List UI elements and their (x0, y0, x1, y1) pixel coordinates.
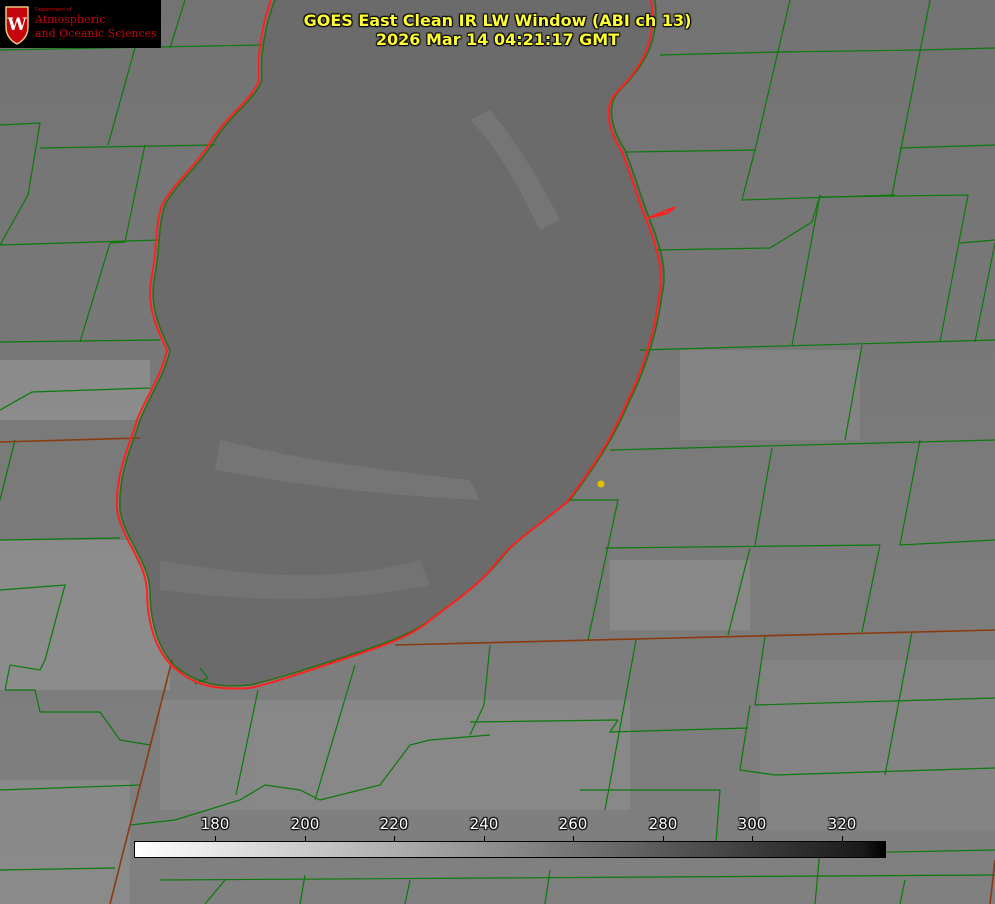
colorbar-tick-mark (752, 836, 753, 842)
colorbar-tick-label: 220 (379, 815, 409, 833)
colorbar-tick-mark (394, 836, 395, 842)
satellite-imagery-map (0, 0, 995, 904)
temperature-colorbar (134, 841, 886, 858)
colorbar-tick-mark (484, 836, 485, 842)
location-marker[interactable] (597, 480, 605, 488)
image-title: GOES East Clean IR LW Window (ABI ch 13) (303, 11, 692, 30)
colorbar-tick-label: 180 (200, 815, 230, 833)
colorbar-tick-label: 260 (558, 815, 588, 833)
colorbar-tick-mark (305, 836, 306, 842)
satellite-map-viewer: W Department of Atmospheric and Oceanic … (0, 0, 995, 904)
colorbar-tick-label: 200 (290, 815, 320, 833)
colorbar-tick-label: 240 (469, 815, 499, 833)
colorbar-tick-label: 320 (827, 815, 857, 833)
colorbar-tick-mark (215, 836, 216, 842)
colorbar-tick-mark (663, 836, 664, 842)
image-timestamp: 2026 Mar 14 04:21:17 GMT (375, 30, 620, 49)
colorbar-tick-label: 300 (737, 815, 767, 833)
colorbar-tick-mark (573, 836, 574, 842)
colorbar-tick-label: 280 (648, 815, 678, 833)
colorbar-tick-mark (842, 836, 843, 842)
